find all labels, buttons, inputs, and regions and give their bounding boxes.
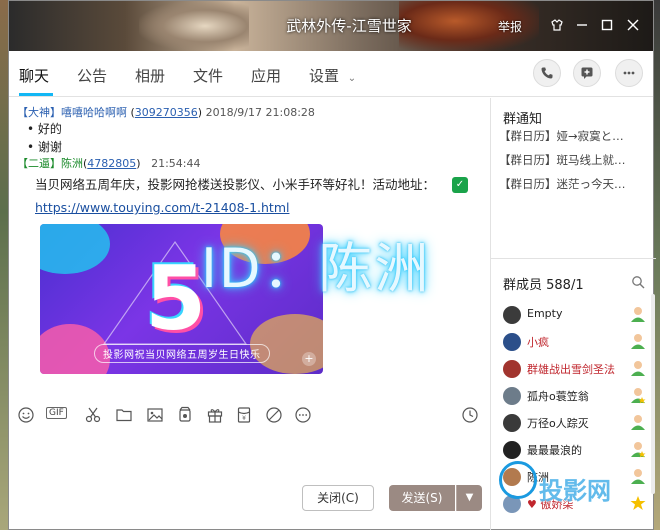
member-list-item[interactable]: 孤舟o蓑笠翁 [503,385,653,407]
member-tag: 【二逼】 [17,157,61,170]
tab-apps[interactable]: 应用 [251,65,281,86]
qq-group-chat-window: 武林外传-江雪世家 举报 聊天 公告 相册 文件 应用 设置 ⌄ 【大神】嘻嘻哈… [8,0,656,530]
member-name: 最最最浪的 [527,444,582,457]
members-title: 群成员 588/1 [503,278,584,293]
member-level-star-icon [631,388,646,404]
activity-link[interactable]: https://www.touying.com/t-21408-1.html [35,200,289,215]
tab-announcement[interactable]: 公告 [77,65,107,86]
message-header: 【大神】嘻嘻哈哈啊啊 (309270356) 2018/9/17 21:08:2… [17,106,315,119]
member-list-item[interactable]: Empty [503,304,653,326]
avatar [503,414,521,432]
avatar [503,360,521,378]
notice-item[interactable]: 【群日历】娅→寂寞と… [499,128,649,144]
avatar [503,306,521,324]
chat-message-area[interactable]: 【大神】嘻嘻哈哈啊啊 (309270356) 2018/9/17 21:08:2… [9,98,489,397]
close-button[interactable]: 关闭(C) [302,485,374,511]
member-level-icon [631,469,645,484]
member-list-item[interactable]: 最最最浪的 [503,439,653,461]
search-icon[interactable] [631,275,645,289]
add-message-icon[interactable] [573,59,601,87]
message-header: 【二逼】陈洲(4782805) 21:54:44 [17,157,201,170]
report-link[interactable]: 举报 [498,18,522,35]
message-time: 2018/9/17 21:08:28 [205,106,315,119]
message-time: 21:54:44 [151,157,201,170]
member-level-icon [631,415,645,430]
scissors-icon[interactable] [84,406,102,424]
gif-icon[interactable]: GIF [46,407,67,419]
background-left-edge [0,0,8,530]
minimize-icon[interactable] [572,15,592,35]
tab-settings[interactable]: 设置 ⌄ [309,65,356,86]
avatar [503,333,521,351]
message-text: 好的 [37,122,62,136]
send-options-chevron-icon[interactable]: ▼ [456,485,482,511]
input-toolbar: GIF ¥ [9,397,489,431]
member-list-item[interactable]: 群雄战出雪剑圣法 [503,358,653,380]
window-title: 武林外传-江雪世家 [286,17,412,35]
sender-name[interactable]: 陈洲 [61,157,83,170]
verified-shield-icon: ✓ [452,177,468,193]
history-clock-icon[interactable] [461,406,479,424]
notice-item[interactable]: 【群日历】迷茫っ今天… [499,176,649,192]
tab-files[interactable]: 文件 [193,65,223,86]
more-icon[interactable] [615,59,643,87]
red-packet-icon[interactable]: ¥ [235,406,253,424]
shake-icon[interactable] [176,406,194,424]
message-line: • 好的 [27,122,62,136]
avatar [503,387,521,405]
member-list-item[interactable]: 万径o人踪灭 [503,412,653,434]
active-tab-indicator [19,93,53,96]
sender-qq-link[interactable]: 309270356 [135,106,198,119]
tab-settings-label: 设置 [309,67,340,85]
tab-chat[interactable]: 聊天 [19,65,49,86]
member-name: 孤舟o蓑笠翁 [527,390,589,403]
title-banner-art-left [139,1,249,51]
send-button[interactable]: 发送(S) [389,485,455,511]
member-level-star-icon [631,442,646,458]
sender-name[interactable]: 嘻嘻哈哈啊啊 [61,106,127,119]
svg-text:¥: ¥ [242,415,246,422]
message-text: 谢谢 [37,140,62,154]
zoom-plus-icon[interactable]: + [302,352,316,366]
member-level-star-icon [630,496,646,510]
message-text: 当贝网络五周年庆，投影网抢楼送投影仪、小米手环等好礼！活动地址： [35,177,436,192]
message-line: • 谢谢 [27,140,62,154]
tab-bar: 聊天 公告 相册 文件 应用 设置 ⌄ [9,51,653,97]
gift-icon[interactable] [206,406,224,424]
sender-qq-link[interactable]: 4782805 [87,157,136,170]
more-tools-icon[interactable] [294,406,312,424]
skin-icon[interactable] [547,15,567,35]
notice-item[interactable]: 【群日历】斑马线上就… [499,152,649,168]
close-icon[interactable] [623,15,643,35]
member-name: 群雄战出雪剑圣法 [527,363,615,376]
member-level-icon [631,307,645,322]
member-list-scrollbar[interactable] [651,294,655,494]
member-name: Empty [527,307,563,320]
member-tag: 【大神】 [17,106,61,119]
notice-title: 群通知 [503,112,543,127]
member-level-icon [631,361,645,376]
watermark-logo-ring [499,461,537,499]
message-input-field[interactable] [9,431,489,481]
chevron-down-icon: ⌄ [347,73,357,84]
maximize-icon[interactable] [597,15,617,35]
watermark-text: 投影网 [539,477,611,505]
member-list-item[interactable]: 小疯 [503,331,653,353]
phone-icon[interactable] [533,59,561,87]
member-name: 小疯 [527,336,549,349]
title-bar[interactable]: 武林外传-江雪世家 举报 [9,1,653,51]
tab-album[interactable]: 相册 [135,65,165,86]
overlay-id-text: ID：陈洲 [201,237,431,300]
image-icon[interactable] [146,406,164,424]
emoji-icon[interactable] [17,406,35,424]
divider [491,258,656,259]
avatar [503,441,521,459]
block-icon[interactable] [265,406,283,424]
member-level-icon [631,334,645,349]
anniversary-number: 5 [145,247,207,350]
banner-caption: 投影网祝当贝网络五周岁生日快乐 [94,344,270,363]
member-name: 万径o人踪灭 [527,417,589,430]
folder-icon[interactable] [115,406,133,424]
